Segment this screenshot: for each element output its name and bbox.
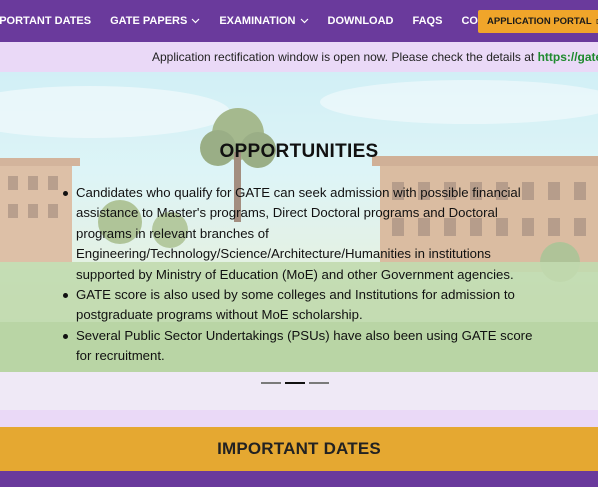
- opportunities-title: OPPORTUNITIES: [219, 141, 379, 162]
- carousel-dot-3[interactable]: [309, 382, 329, 384]
- application-portal-button[interactable]: APPLICATION PORTAL: [478, 10, 598, 33]
- nav-faqs[interactable]: FAQS: [413, 15, 443, 27]
- list-item: Several Public Sector Undertakings (PSUs…: [62, 326, 542, 367]
- nav-download[interactable]: DOWNLOAD: [328, 15, 394, 27]
- section-strip: [0, 471, 598, 487]
- nav-label: IMPORTANT DATES: [0, 15, 92, 27]
- nav-label: FAQS: [412, 15, 443, 27]
- nav-label: EXAMINATION: [219, 15, 296, 27]
- carousel-dot-1[interactable]: [261, 382, 281, 384]
- notice-bar: Application rectification window is open…: [0, 42, 598, 72]
- top-navbar: IMPORTANT DATES GATE PAPERS EXAMINATION …: [0, 0, 598, 42]
- section-title: IMPORTANT DATES: [217, 439, 381, 458]
- nav-important-dates[interactable]: IMPORTANT DATES: [0, 15, 91, 27]
- nav-examination[interactable]: EXAMINATION: [219, 15, 308, 27]
- carousel-indicators: [261, 382, 333, 384]
- list-item: Candidates who qualify for GATE can seek…: [62, 183, 542, 285]
- nav-label: GATE PAPERS: [110, 15, 188, 27]
- opportunities-list: Candidates who qualify for GATE can seek…: [62, 183, 542, 367]
- opportunities-carousel: OPPORTUNITIES Candidates who qualify for…: [0, 72, 598, 410]
- portal-label: APPLICATION PORTAL: [487, 16, 592, 27]
- chevron-down-icon: [191, 18, 200, 24]
- notice-link[interactable]: https://gate2: [538, 50, 598, 64]
- important-dates-header: IMPORTANT DATES: [0, 427, 598, 471]
- nav-label: DOWNLOAD: [327, 15, 394, 27]
- notice-text: Application rectification window is open…: [152, 50, 538, 64]
- carousel-dot-2[interactable]: [285, 382, 305, 384]
- nav-gate-papers[interactable]: GATE PAPERS: [110, 15, 200, 27]
- chevron-down-icon: [300, 18, 308, 24]
- notice-marquee: Application rectification window is open…: [152, 50, 598, 64]
- list-item: GATE score is also used by some colleges…: [62, 285, 542, 326]
